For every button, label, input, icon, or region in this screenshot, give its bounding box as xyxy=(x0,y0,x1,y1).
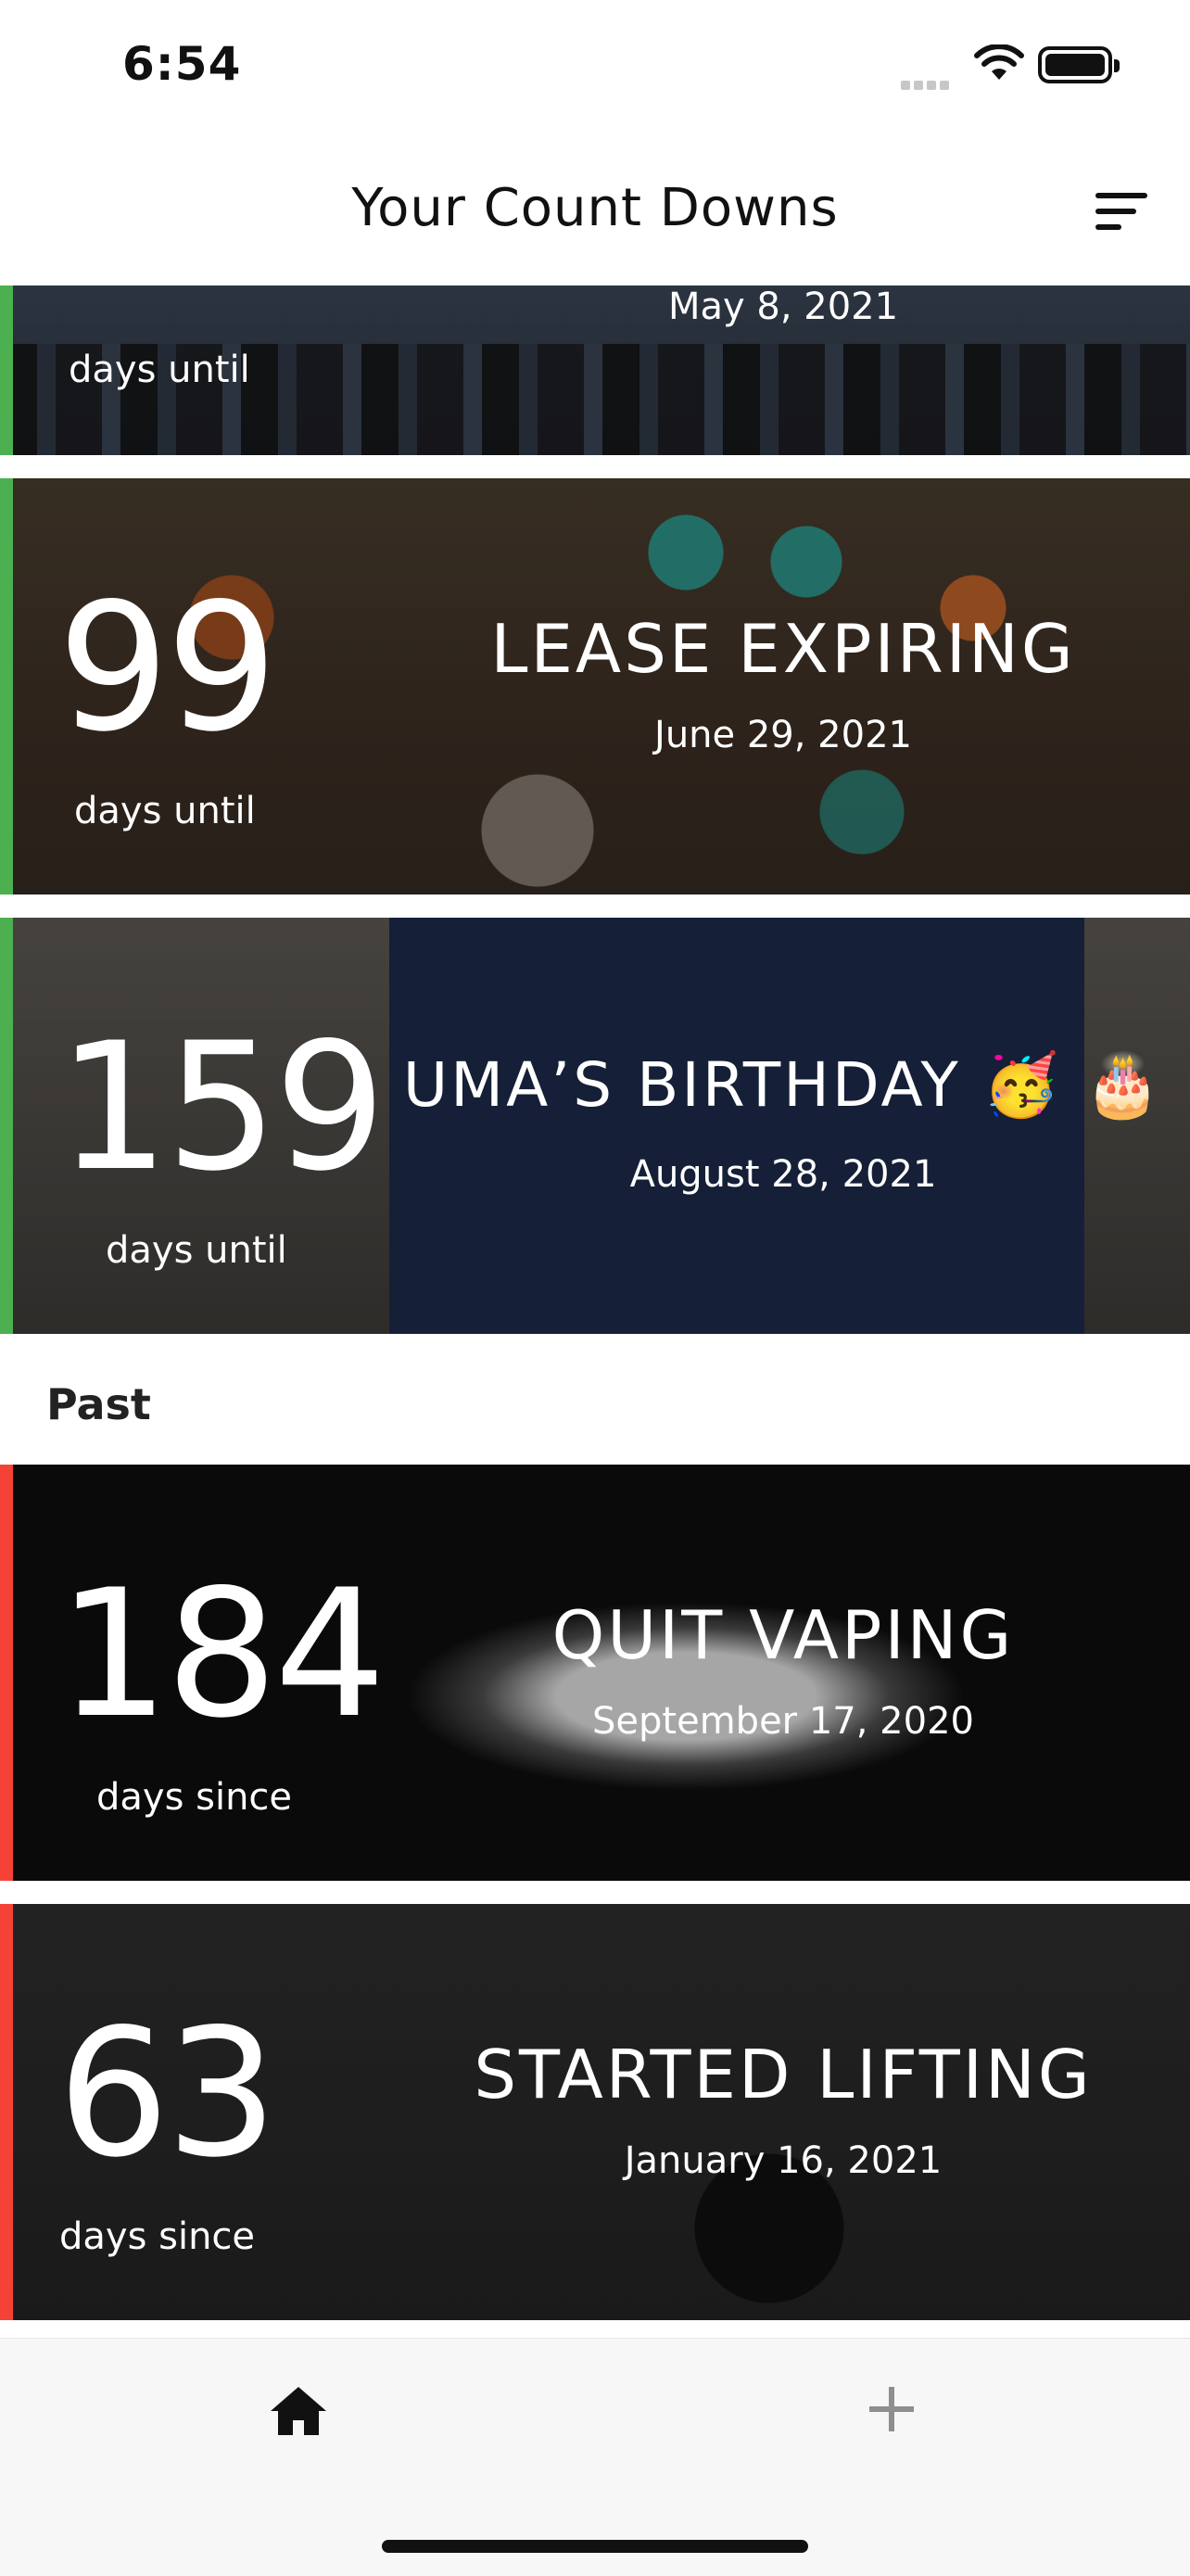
past-accent-bar xyxy=(0,1904,13,2320)
event-title: UMA’S BIRTHDAY 🥳 🎂 xyxy=(402,1049,1164,1121)
upcoming-accent-bar xyxy=(0,918,13,1334)
day-count: 99 xyxy=(57,565,278,770)
count-unit: days since xyxy=(59,2215,256,2258)
count-unit: days until xyxy=(106,1229,287,1272)
count-unit: days until xyxy=(74,790,256,832)
event-date: August 28, 2021 xyxy=(629,1153,937,1196)
event-title: LEASE EXPIRING xyxy=(490,610,1076,688)
event-date: May 8, 2021 xyxy=(667,286,899,328)
countdown-card-quit-vaping[interactable]: 184 days since QUIT VAPING September 17,… xyxy=(0,1465,1190,1881)
nav-header: Your Count Downs xyxy=(0,139,1190,286)
battery-icon xyxy=(1038,46,1120,83)
upcoming-accent-bar xyxy=(0,478,13,895)
event-title: QUIT VAPING xyxy=(551,1596,1015,1674)
cellular-signal-icon xyxy=(901,76,953,94)
event-date: September 17, 2020 xyxy=(592,1700,974,1743)
countdown-card-graduation[interactable]: May 8, 2021 days until xyxy=(0,286,1190,455)
countdown-card-birthday[interactable]: 159 days until UMA’S BIRTHDAY 🥳 🎂 August… xyxy=(0,918,1190,1334)
status-bar: 6:54 xyxy=(0,0,1190,139)
countdown-card-started-lifting[interactable]: 63 days since STARTED LIFTING January 16… xyxy=(0,1904,1190,2320)
event-date: June 29, 2021 xyxy=(654,714,912,756)
day-count: 159 xyxy=(57,1005,386,1210)
event-date: January 16, 2021 xyxy=(624,2139,943,2182)
sort-lines-icon[interactable] xyxy=(1095,191,1151,232)
count-unit: days until xyxy=(69,349,250,391)
page-title: Your Count Downs xyxy=(351,178,839,238)
plus-icon[interactable] xyxy=(862,2379,921,2439)
countdown-card-lease[interactable]: 99 days until LEASE EXPIRING June 29, 20… xyxy=(0,478,1190,895)
day-count: 63 xyxy=(57,1991,278,2196)
upcoming-accent-bar xyxy=(0,286,13,455)
day-count: 184 xyxy=(57,1552,386,1757)
wifi-icon xyxy=(974,44,1024,80)
section-title-past: Past xyxy=(46,1379,151,1429)
past-accent-bar xyxy=(0,1465,13,1881)
home-indicator xyxy=(382,2540,808,2553)
count-unit: days since xyxy=(96,1776,293,1819)
home-icon[interactable] xyxy=(269,2385,328,2437)
status-time: 6:54 xyxy=(122,37,242,91)
event-title: STARTED LIFTING xyxy=(474,2036,1093,2113)
